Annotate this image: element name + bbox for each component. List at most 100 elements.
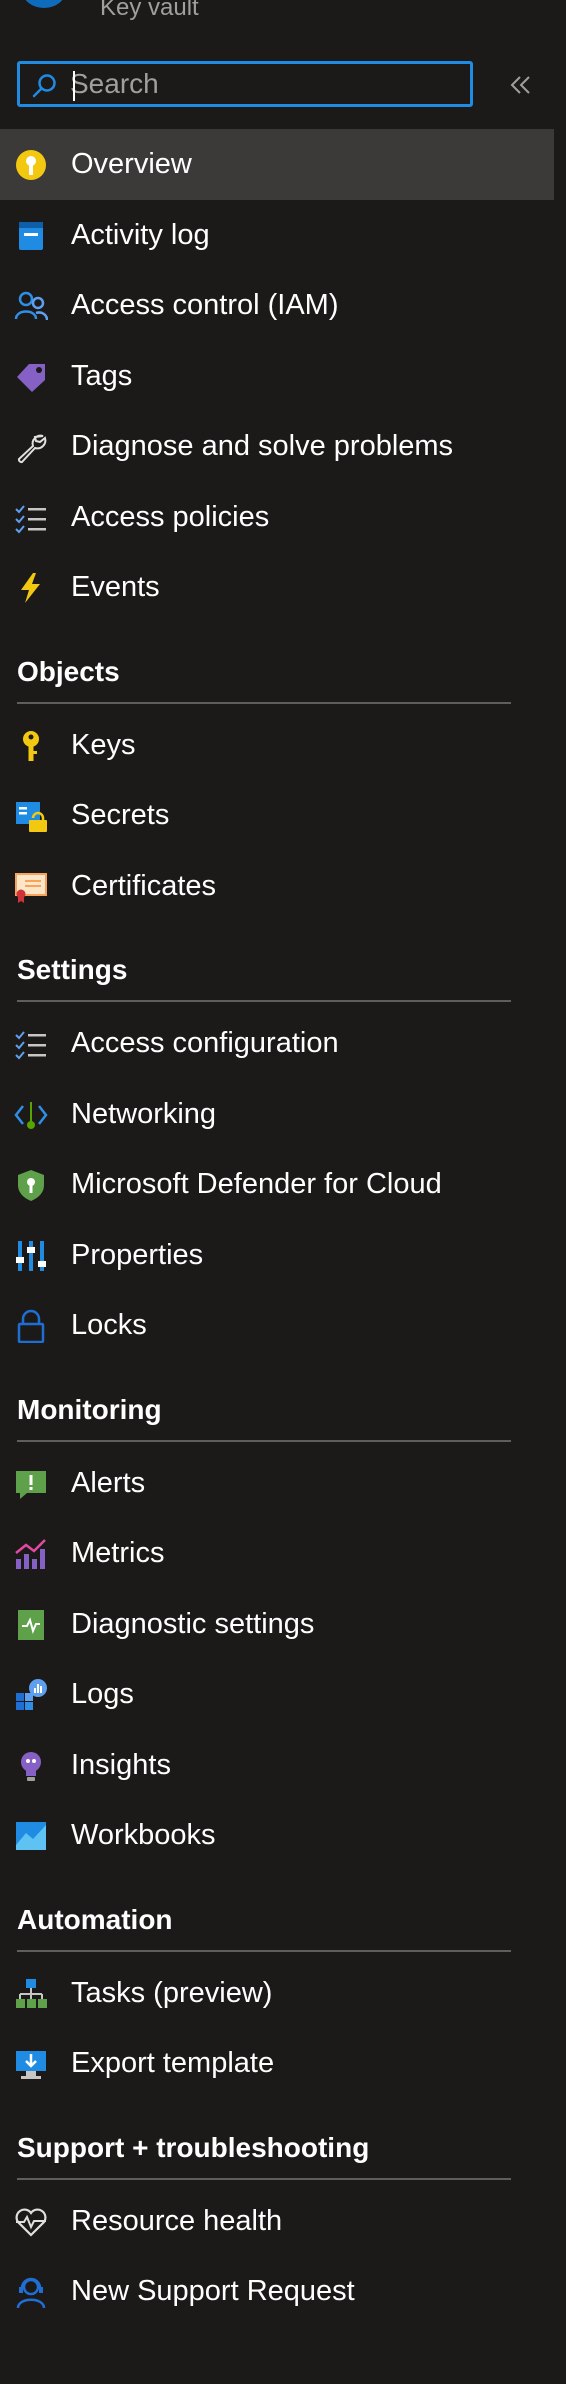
menu-item-label: Metrics	[71, 1537, 165, 1569]
logs-icon	[16, 1679, 47, 1710]
section-title: Objects	[17, 655, 120, 687]
search-box[interactable]	[17, 61, 473, 107]
support-person-icon	[16, 2277, 46, 2309]
menu-item-access-policies[interactable]: Access policies	[0, 482, 554, 553]
menu-item-access-configuration[interactable]: Access configuration	[0, 1008, 554, 1079]
menu-item-label: Access policies	[71, 500, 270, 533]
menu-item-label: Certificates	[71, 869, 217, 902]
section-divider	[17, 1439, 511, 1442]
lock-icon	[17, 1309, 45, 1343]
menu-item-tags[interactable]: Tags	[0, 341, 554, 412]
menu-item-locks[interactable]: Locks	[0, 1290, 554, 1361]
menu-item-label: Events	[71, 571, 160, 603]
menu-item-label: Logs	[71, 1678, 134, 1710]
menu-item-label: Activity log	[71, 218, 210, 251]
section-divider	[17, 701, 511, 704]
section-divider	[17, 1000, 511, 1002]
menu-item-label: Diagnostic settings	[71, 1607, 315, 1640]
key-icon	[23, 730, 39, 761]
menu-item-label: Diagnose and solve problems	[71, 430, 454, 462]
metrics-icon	[15, 1539, 46, 1569]
menu-item-metrics[interactable]: Metrics	[0, 1518, 554, 1589]
menu-item-keys[interactable]: Keys	[0, 710, 554, 781]
certificate-icon	[15, 872, 47, 903]
menu-item-label: Keys	[71, 728, 136, 761]
workbook-icon	[16, 1822, 46, 1850]
menu-item-label: Tags	[71, 359, 133, 392]
key-vault-icon	[16, 150, 46, 180]
menu-item-label: Tasks (preview)	[71, 1976, 273, 2009]
wrench-icon	[17, 434, 47, 464]
resource-type-label: Key vault	[100, 0, 199, 21]
key-vault-resource-icon	[22, 0, 66, 8]
export-template-icon	[16, 2051, 46, 2079]
section-objects: Objects	[0, 623, 566, 710]
menu-item-insights[interactable]: Insights	[0, 1730, 554, 1801]
section-title: Monitoring	[17, 1393, 162, 1425]
list-check-icon	[15, 504, 46, 533]
alert-icon	[16, 1470, 46, 1499]
section-title: Automation	[17, 1903, 173, 1935]
menu-item-label: Microsoft Defender for Cloud	[71, 1168, 442, 1200]
section-title: Support + troubleshooting	[17, 2131, 370, 2163]
menu-item-export-template[interactable]: Export template	[0, 2028, 554, 2099]
menu-item-activity-log[interactable]: Activity log	[0, 200, 554, 271]
section-support: Support + troubleshooting	[0, 2099, 566, 2186]
resource-menu: Overview Activity log Access control (IA…	[0, 129, 566, 2327]
menu-item-workbooks[interactable]: Workbooks	[0, 1800, 554, 1871]
menu-item-events[interactable]: Events	[0, 552, 554, 623]
menu-item-label: Access control (IAM)	[71, 289, 339, 321]
menu-item-label: Access configuration	[71, 1027, 339, 1059]
menu-item-logs[interactable]: Logs	[0, 1659, 554, 1730]
search-input[interactable]	[70, 69, 460, 99]
search-icon	[32, 74, 56, 98]
menu-item-label: New Support Request	[71, 2275, 355, 2307]
menu-item-new-support-request[interactable]: New Support Request	[0, 2256, 554, 2327]
menu-item-access-control[interactable]: Access control (IAM)	[0, 270, 554, 341]
tasks-icon	[16, 1978, 47, 2008]
heart-pulse-icon	[15, 2208, 47, 2237]
menu-item-label: Insights	[71, 1748, 171, 1781]
lightbulb-icon	[21, 1751, 41, 1781]
menu-item-label: Locks	[71, 1309, 147, 1341]
menu-item-resource-health[interactable]: Resource health	[0, 2186, 554, 2257]
menu-item-secrets[interactable]: Secrets	[0, 780, 554, 851]
menu-item-tasks[interactable]: Tasks (preview)	[0, 1958, 554, 2029]
menu-item-diagnose[interactable]: Diagnose and solve problems	[0, 411, 554, 482]
lightning-icon	[21, 573, 40, 603]
networking-icon	[14, 1101, 48, 1129]
list-check-icon	[15, 1031, 46, 1060]
menu-item-overview[interactable]: Overview	[0, 129, 554, 200]
menu-item-properties[interactable]: Properties	[0, 1220, 554, 1291]
section-title: Settings	[17, 954, 128, 985]
double-chevron-left-icon	[510, 76, 530, 94]
menu-item-label: Overview	[71, 148, 192, 180]
menu-item-certificates[interactable]: Certificates	[0, 851, 554, 922]
menu-item-alerts[interactable]: Alerts	[0, 1448, 554, 1519]
menu-item-diagnostic-settings[interactable]: Diagnostic settings	[0, 1589, 554, 1660]
text-cursor	[73, 71, 75, 101]
secret-icon	[16, 802, 47, 832]
section-settings: Settings	[0, 921, 566, 1008]
menu-item-label: Export template	[71, 2047, 275, 2079]
section-divider	[17, 1949, 511, 1952]
resource-header: Key vault	[0, 0, 566, 55]
collapse-menu-button[interactable]	[505, 69, 537, 101]
menu-item-defender[interactable]: Microsoft Defender for Cloud	[0, 1149, 554, 1220]
tag-icon	[17, 363, 45, 392]
section-monitoring: Monitoring	[0, 1361, 566, 1448]
menu-item-label: Resource health	[71, 2204, 283, 2237]
shield-icon	[18, 1170, 44, 1201]
diagnostic-icon	[18, 1609, 44, 1640]
menu-item-label: Secrets	[71, 799, 170, 831]
menu-item-networking[interactable]: Networking	[0, 1079, 554, 1150]
properties-icon	[16, 1240, 46, 1271]
menu-item-label: Properties	[71, 1238, 204, 1271]
iam-icon	[14, 291, 48, 321]
section-automation: Automation	[0, 1871, 566, 1958]
search-row	[0, 55, 566, 115]
menu-item-label: Alerts	[71, 1466, 146, 1499]
section-divider	[17, 2177, 511, 2180]
menu-item-label: Networking	[71, 1097, 217, 1130]
activity-log-icon	[19, 221, 43, 250]
